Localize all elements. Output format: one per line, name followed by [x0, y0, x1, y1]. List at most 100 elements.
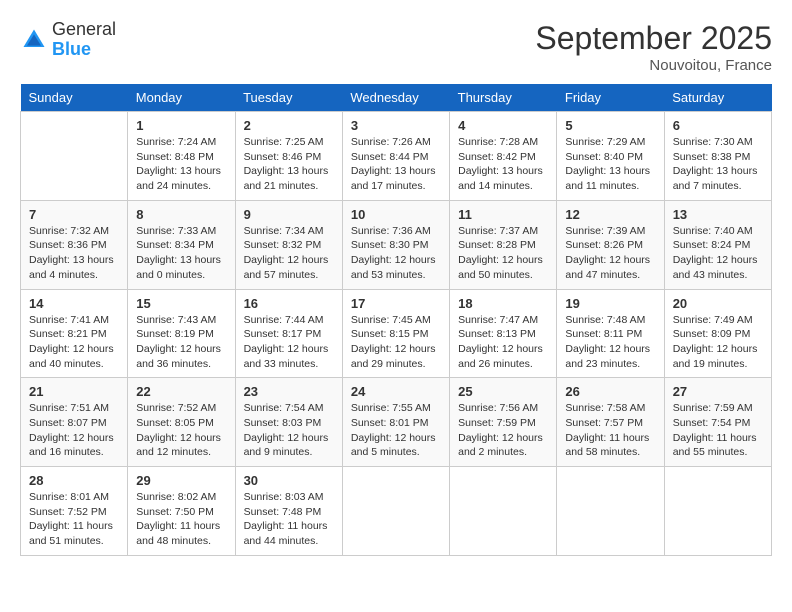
day-number: 6	[673, 118, 763, 133]
calendar-cell: 4 Sunrise: 7:28 AMSunset: 8:42 PMDaylight…	[450, 112, 557, 201]
calendar-cell: 11 Sunrise: 7:37 AMSunset: 8:28 PMDayligh…	[450, 200, 557, 289]
calendar-cell: 2 Sunrise: 7:25 AMSunset: 8:46 PMDaylight…	[235, 112, 342, 201]
calendar-cell: 13Sunrise: 7:40 AMSunset: 8:24 PMDayligh…	[664, 200, 771, 289]
day-number: 2	[244, 118, 334, 133]
day-number: 17	[351, 296, 441, 311]
calendar-cell	[342, 467, 449, 556]
day-info: Sunrise: 7:29 AMSunset: 8:40 PMDaylight:…	[565, 135, 655, 194]
calendar-cell: 7Sunrise: 7:32 AMSunset: 8:36 PMDaylight…	[21, 200, 128, 289]
calendar-cell: 15 Sunrise: 7:43 AMSunset: 8:19 PMDayligh…	[128, 289, 235, 378]
day-number: 10	[351, 207, 441, 222]
day-header-tuesday: Tuesday	[235, 84, 342, 112]
day-info: Sunrise: 7:47 AMSunset: 8:13 PMDaylight:…	[458, 313, 548, 372]
calendar-cell: 22Sunrise: 7:52 AMSunset: 8:05 PMDayligh…	[128, 378, 235, 467]
calendar-cell: 18 Sunrise: 7:47 AMSunset: 8:13 PMDayligh…	[450, 289, 557, 378]
day-number: 4	[458, 118, 548, 133]
day-info: Sunrise: 7:30 AMSunset: 8:38 PMDaylight:…	[673, 135, 763, 194]
day-info: Sunrise: 7:36 AMSunset: 8:30 PMDaylight:…	[351, 224, 441, 283]
calendar-cell: 21 Sunrise: 7:51 AMSunset: 8:07 PMDayligh…	[21, 378, 128, 467]
day-number: 23	[244, 384, 334, 399]
day-header-wednesday: Wednesday	[342, 84, 449, 112]
day-info: Sunrise: 7:26 AMSunset: 8:44 PMDaylight:…	[351, 135, 441, 194]
day-info: Sunrise: 7:44 AMSunset: 8:17 PMDaylight:…	[244, 313, 334, 372]
calendar-cell: 23 Sunrise: 7:54 AMSunset: 8:03 PMDayligh…	[235, 378, 342, 467]
day-number: 28	[29, 473, 119, 488]
calendar-cell: 3 Sunrise: 7:26 AMSunset: 8:44 PMDaylight…	[342, 112, 449, 201]
logo-general: General	[52, 19, 116, 39]
day-info: Sunrise: 8:03 AMSunset: 7:48 PMDaylight:…	[244, 490, 334, 549]
day-number: 21	[29, 384, 119, 399]
logo-icon	[20, 26, 48, 54]
day-number: 26	[565, 384, 655, 399]
calendar-table: SundayMondayTuesdayWednesdayThursdayFrid…	[20, 84, 772, 556]
calendar-cell: 27 Sunrise: 7:59 AMSunset: 7:54 PMDayligh…	[664, 378, 771, 467]
day-info: Sunrise: 8:02 AMSunset: 7:50 PMDaylight:…	[136, 490, 226, 549]
calendar-cell: 8 Sunrise: 7:33 AMSunset: 8:34 PMDaylight…	[128, 200, 235, 289]
calendar-week-3: 14 Sunrise: 7:41 AMSunset: 8:21 PMDayligh…	[21, 289, 772, 378]
day-number: 12	[565, 207, 655, 222]
day-number: 29	[136, 473, 226, 488]
day-info: Sunrise: 7:24 AMSunset: 8:48 PMDaylight:…	[136, 135, 226, 194]
calendar-cell: 10 Sunrise: 7:36 AMSunset: 8:30 PMDayligh…	[342, 200, 449, 289]
day-info: Sunrise: 7:55 AMSunset: 8:01 PMDaylight:…	[351, 401, 441, 460]
day-header-saturday: Saturday	[664, 84, 771, 112]
calendar-cell: 19Sunrise: 7:48 AMSunset: 8:11 PMDayligh…	[557, 289, 664, 378]
day-info: Sunrise: 7:45 AMSunset: 8:15 PMDaylight:…	[351, 313, 441, 372]
page-header: General Blue September 2025 Nouvoitou, F…	[20, 20, 772, 74]
calendar-cell: 29 Sunrise: 8:02 AMSunset: 7:50 PMDayligh…	[128, 467, 235, 556]
day-number: 11	[458, 207, 548, 222]
day-info: Sunrise: 7:33 AMSunset: 8:34 PMDaylight:…	[136, 224, 226, 283]
calendar-cell: 16 Sunrise: 7:44 AMSunset: 8:17 PMDayligh…	[235, 289, 342, 378]
calendar-cell: 20 Sunrise: 7:49 AMSunset: 8:09 PMDayligh…	[664, 289, 771, 378]
calendar-cell: 14 Sunrise: 7:41 AMSunset: 8:21 PMDayligh…	[21, 289, 128, 378]
day-number: 16	[244, 296, 334, 311]
calendar-cell: 30 Sunrise: 8:03 AMSunset: 7:48 PMDayligh…	[235, 467, 342, 556]
day-info: Sunrise: 7:37 AMSunset: 8:28 PMDaylight:…	[458, 224, 548, 283]
day-info: Sunrise: 7:51 AMSunset: 8:07 PMDaylight:…	[29, 401, 119, 460]
day-info: Sunrise: 7:28 AMSunset: 8:42 PMDaylight:…	[458, 135, 548, 194]
day-info: Sunrise: 7:59 AMSunset: 7:54 PMDaylight:…	[673, 401, 763, 460]
calendar-cell: 1 Sunrise: 7:24 AMSunset: 8:48 PMDaylight…	[128, 112, 235, 201]
day-info: Sunrise: 7:32 AMSunset: 8:36 PMDaylight:…	[29, 224, 119, 283]
day-info: Sunrise: 7:40 AMSunset: 8:24 PMDaylight:…	[673, 224, 763, 283]
day-info: Sunrise: 7:25 AMSunset: 8:46 PMDaylight:…	[244, 135, 334, 194]
logo-blue: Blue	[52, 39, 91, 59]
calendar-week-5: 28 Sunrise: 8:01 AMSunset: 7:52 PMDayligh…	[21, 467, 772, 556]
calendar-cell	[450, 467, 557, 556]
day-info: Sunrise: 7:43 AMSunset: 8:19 PMDaylight:…	[136, 313, 226, 372]
day-number: 15	[136, 296, 226, 311]
day-number: 30	[244, 473, 334, 488]
calendar-cell	[21, 112, 128, 201]
day-info: Sunrise: 8:01 AMSunset: 7:52 PMDaylight:…	[29, 490, 119, 549]
logo: General Blue	[20, 20, 116, 60]
day-number: 27	[673, 384, 763, 399]
day-info: Sunrise: 7:39 AMSunset: 8:26 PMDaylight:…	[565, 224, 655, 283]
calendar-week-2: 7Sunrise: 7:32 AMSunset: 8:36 PMDaylight…	[21, 200, 772, 289]
logo-text: General Blue	[52, 20, 116, 60]
calendar-cell: 28 Sunrise: 8:01 AMSunset: 7:52 PMDayligh…	[21, 467, 128, 556]
day-info: Sunrise: 7:58 AMSunset: 7:57 PMDaylight:…	[565, 401, 655, 460]
day-info: Sunrise: 7:49 AMSunset: 8:09 PMDaylight:…	[673, 313, 763, 372]
calendar-cell: 25Sunrise: 7:56 AMSunset: 7:59 PMDayligh…	[450, 378, 557, 467]
calendar-cell: 26 Sunrise: 7:58 AMSunset: 7:57 PMDayligh…	[557, 378, 664, 467]
day-number: 14	[29, 296, 119, 311]
day-number: 1	[136, 118, 226, 133]
day-info: Sunrise: 7:54 AMSunset: 8:03 PMDaylight:…	[244, 401, 334, 460]
day-number: 18	[458, 296, 548, 311]
day-number: 5	[565, 118, 655, 133]
day-info: Sunrise: 7:34 AMSunset: 8:32 PMDaylight:…	[244, 224, 334, 283]
day-number: 9	[244, 207, 334, 222]
day-info: Sunrise: 7:41 AMSunset: 8:21 PMDaylight:…	[29, 313, 119, 372]
day-number: 8	[136, 207, 226, 222]
calendar-cell: 6 Sunrise: 7:30 AMSunset: 8:38 PMDaylight…	[664, 112, 771, 201]
calendar-cell: 12 Sunrise: 7:39 AMSunset: 8:26 PMDayligh…	[557, 200, 664, 289]
day-number: 24	[351, 384, 441, 399]
day-number: 19	[565, 296, 655, 311]
day-info: Sunrise: 7:56 AMSunset: 7:59 PMDaylight:…	[458, 401, 548, 460]
day-number: 22	[136, 384, 226, 399]
day-header-thursday: Thursday	[450, 84, 557, 112]
day-number: 20	[673, 296, 763, 311]
calendar-week-4: 21 Sunrise: 7:51 AMSunset: 8:07 PMDayligh…	[21, 378, 772, 467]
day-number: 3	[351, 118, 441, 133]
calendar-cell	[664, 467, 771, 556]
